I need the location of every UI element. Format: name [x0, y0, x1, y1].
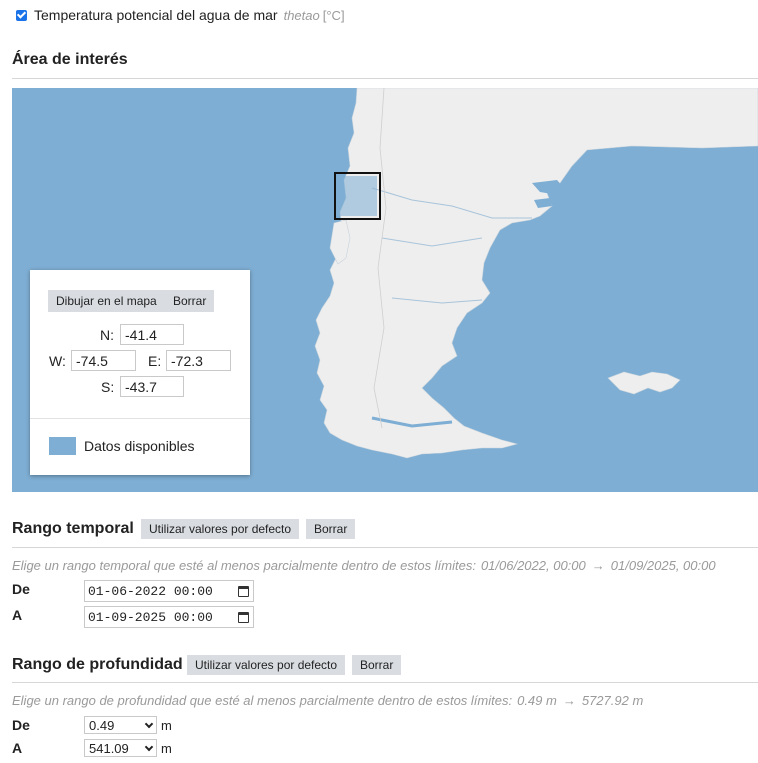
west-label: W:	[49, 353, 66, 369]
depth-from-select[interactable]: 0.49	[84, 716, 157, 734]
depth-hint: Elige un rango de profundidad que esté a…	[12, 693, 643, 708]
area-divider	[12, 78, 758, 79]
time-to-input[interactable]: 01-09-2025 00:00	[84, 606, 254, 628]
depth-to-unit: m	[161, 741, 172, 756]
time-clear-button[interactable]: Borrar	[306, 519, 356, 539]
variable-unit: [°C]	[322, 7, 345, 23]
north-input[interactable]: -41.4	[120, 324, 184, 345]
panel-divider	[30, 418, 250, 419]
time-to-label: A	[12, 607, 23, 623]
depth-from-value: 0.49	[89, 717, 115, 733]
variable-row: Temperatura potencial del agua de mar th…	[16, 6, 345, 24]
depth-to-select[interactable]: 541.09	[84, 739, 157, 757]
depth-min: 0.49 m	[517, 693, 557, 708]
depth-to-label: A	[12, 740, 23, 756]
calendar-icon[interactable]	[238, 611, 249, 623]
time-from-value: 01-06-2022 00:00	[88, 583, 213, 599]
time-title: Rango temporal	[12, 520, 134, 537]
time-hint: Elige un rango temporal que esté al meno…	[12, 558, 716, 573]
depth-clear-button[interactable]: Borrar	[352, 655, 402, 675]
time-divider	[12, 547, 758, 548]
area-clear-button[interactable]: Borrar	[165, 290, 215, 312]
chevron-down-icon	[144, 742, 154, 751]
east-input[interactable]: -72.3	[166, 350, 231, 371]
time-default-button[interactable]: Utilizar valores por defecto	[141, 519, 300, 539]
time-hint-text: Elige un rango temporal que esté al meno…	[12, 558, 476, 573]
time-max: 01/09/2025, 00:00	[610, 558, 716, 573]
depth-divider	[12, 682, 758, 683]
draw-on-map-button[interactable]: Dibujar en el mapa	[48, 290, 165, 312]
variable-checkbox[interactable]	[16, 9, 27, 21]
depth-from-label: De	[12, 717, 30, 733]
west-input[interactable]: -74.5	[71, 350, 136, 371]
south-label: S:	[101, 379, 115, 395]
legend-label: Datos disponibles	[84, 438, 195, 454]
time-to-value: 01-09-2025 00:00	[88, 609, 213, 625]
chevron-down-icon	[144, 719, 154, 728]
calendar-icon[interactable]	[238, 585, 249, 597]
depth-from-unit: m	[161, 718, 172, 733]
depth-to-value: 541.09	[89, 740, 129, 756]
depth-max: 5727.92 m	[581, 693, 644, 708]
depth-title: Rango de profundidad	[12, 656, 183, 673]
variable-code: thetao	[283, 7, 320, 23]
depth-arrow: →	[562, 693, 576, 708]
time-arrow: →	[591, 558, 605, 573]
area-title: Área de interés	[12, 51, 128, 68]
time-from-input[interactable]: 01-06-2022 00:00	[84, 580, 254, 602]
north-label: N:	[100, 327, 114, 343]
legend-swatch	[49, 437, 76, 455]
east-label: E:	[148, 353, 162, 369]
variable-name: Temperatura potencial del agua de mar	[34, 7, 278, 23]
depth-hint-text: Elige un rango de profundidad que esté a…	[12, 693, 513, 708]
time-min: 01/06/2022, 00:00	[480, 558, 586, 573]
south-input[interactable]: -43.7	[120, 376, 184, 397]
time-from-label: De	[12, 581, 30, 597]
area-panel: Dibujar en el mapa Borrar N: -41.4 W: -7…	[30, 270, 250, 475]
depth-default-button[interactable]: Utilizar valores por defecto	[187, 655, 346, 675]
